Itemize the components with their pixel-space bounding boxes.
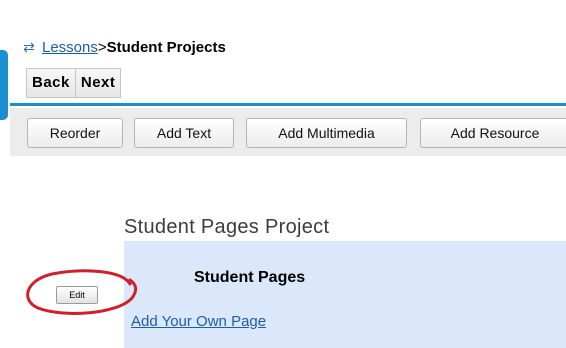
project-panel: Student Pages Add Your Own Page [124,241,566,348]
project-title: Student Pages Project [124,216,330,238]
add-own-page-link[interactable]: Add Your Own Page [131,313,266,330]
breadcrumb-separator: > [97,38,107,56]
breadcrumb-lessons-link[interactable]: Lessons [42,39,98,56]
edit-button[interactable]: Edit [56,286,98,304]
nav-button-group: Back Next [26,68,122,98]
add-text-button[interactable]: Add Text [134,118,234,148]
panel-heading: Student Pages [194,269,306,286]
breadcrumb: ⇄ Lessons > Student Projects [22,38,226,56]
add-multimedia-button[interactable]: Add Multimedia [246,118,407,148]
breadcrumb-current: Student Projects [106,38,226,56]
reorder-button[interactable]: Reorder [27,118,123,148]
refresh-icon[interactable]: ⇄ [22,40,36,54]
left-edge-tab [0,50,8,120]
back-button[interactable]: Back [27,69,75,97]
toolbar-divider [10,103,566,106]
add-resource-button[interactable]: Add Resource [420,118,566,148]
toolbar: Reorder Add Text Add Multimedia Add Reso… [10,108,566,156]
next-button[interactable]: Next [74,69,121,97]
